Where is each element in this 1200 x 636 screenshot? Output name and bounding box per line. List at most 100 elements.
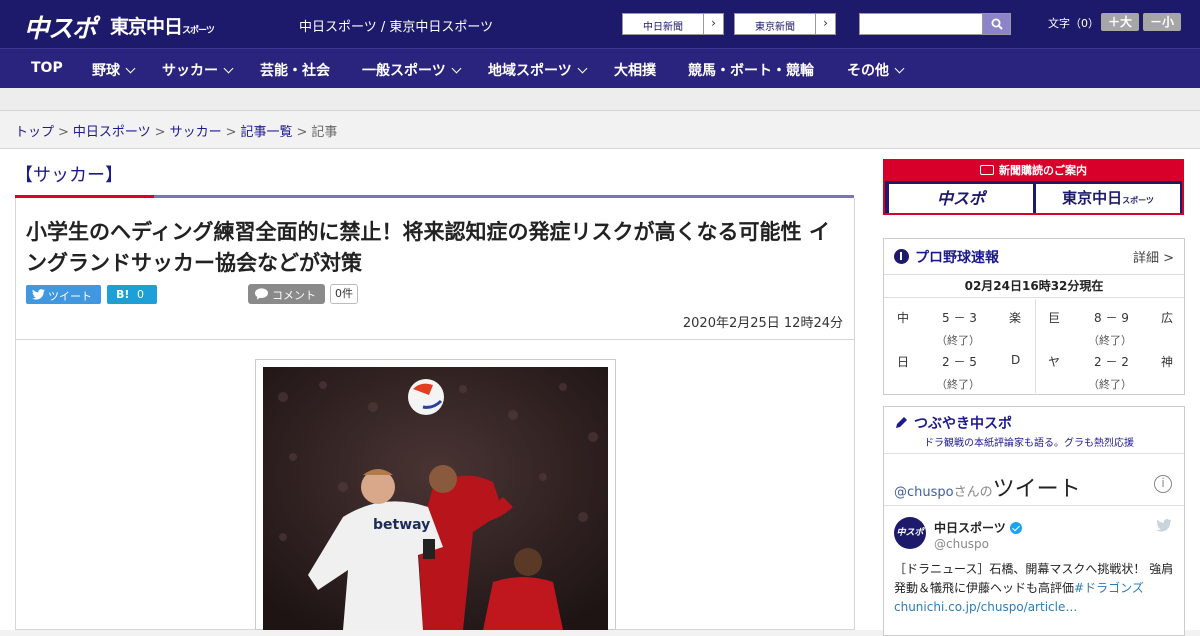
game-3-score[interactable]: 2 － 5 <box>942 353 977 370</box>
nav-item-label: 大相撲 <box>614 63 656 79</box>
baseball-scores-title-text: プロ野球速報 <box>915 250 999 266</box>
scores-timestamp: 02月24日16時32分現在 <box>884 274 1184 298</box>
game-1-score[interactable]: 5 － 3 <box>942 309 977 326</box>
font-larger-button[interactable]: ＋大 <box>1101 13 1139 31</box>
category-title: 【サッカー】 <box>15 165 123 186</box>
avatar[interactable]: 中スポ <box>894 517 926 549</box>
tweet-button[interactable]: ツイート <box>26 285 101 304</box>
game-2-home: 巨 <box>1048 311 1061 325</box>
chuspo-logo[interactable]: 中スポ <box>24 9 97 45</box>
search-icon <box>991 18 1003 30</box>
baseball-scores-panel: プロ野球速報 詳細 > 02月24日16時32分現在 中 5 － 3 楽 （終了… <box>883 238 1185 395</box>
chevron-down-icon <box>577 63 588 74</box>
nav-item-label: その他 <box>847 63 889 79</box>
site-links[interactable]: 中日スポーツ / 東京中日スポーツ <box>299 16 493 35</box>
chevron-down-icon <box>125 63 136 74</box>
breadcrumb-separator: > <box>58 125 69 140</box>
nav-item-racing[interactable]: 競馬・ボート・競輪 <box>688 60 814 80</box>
game-2-away: 広 <box>1161 311 1174 325</box>
game-2-status: （終了） <box>1088 334 1132 347</box>
subscription-chuspo-logo[interactable]: 中スポ <box>889 184 1033 213</box>
subscription-heading: 新聞購読のご案内 <box>885 161 1182 181</box>
divider <box>15 339 855 340</box>
nav-item-other[interactable]: その他 <box>847 60 905 80</box>
main-nav: TOP 野球 サッカー 芸能・社会 一般スポーツ 地域スポーツ 大相撲 競馬・ボ… <box>0 48 1200 88</box>
tokyo-chunichi-logo-small: スポーツ <box>182 26 215 36</box>
info-icon[interactable]: i <box>1154 475 1172 493</box>
tweet-link[interactable]: chunichi.co.jp/chuspo/article… <box>894 600 1077 614</box>
tweets-heading: @chuspoさんのツイート <box>894 471 1081 503</box>
chunichi-shimbun-button[interactable]: 中日新聞 › <box>622 13 724 35</box>
baseball-icon <box>894 249 909 264</box>
speech-bubble-icon <box>255 288 268 300</box>
divider <box>884 453 1184 454</box>
game-2-score[interactable]: 8 － 9 <box>1094 309 1129 326</box>
newspaper-icon <box>980 165 994 175</box>
nav-item-label: 競馬・ボート・競輪 <box>688 63 814 79</box>
subscription-heading-text: 新聞購読のご案内 <box>999 164 1087 177</box>
tweets-heading-san: さんの <box>953 485 993 500</box>
comment-button[interactable]: コメント <box>248 284 325 304</box>
tokyo-shimbun-button[interactable]: 東京新聞 › <box>734 13 836 35</box>
game-4-status: （終了） <box>1088 378 1132 391</box>
comment-label: コメント <box>272 289 316 302</box>
game-3-home: 日 <box>897 355 910 369</box>
breadcrumb-top[interactable]: トップ <box>15 125 54 140</box>
pen-icon <box>896 417 907 428</box>
article-headline: 小学生のヘディング練習全面的に禁止！将来認知症の発症リスクが高くなる可能性 イン… <box>26 220 830 275</box>
tweets-heading-handle[interactable]: @chuspo <box>894 485 954 500</box>
breadcrumb-soccer[interactable]: サッカー <box>170 125 222 140</box>
nav-item-soccer[interactable]: サッカー <box>162 60 234 80</box>
baseball-scores-title: プロ野球速報 <box>894 247 999 267</box>
search-input[interactable] <box>859 13 983 35</box>
breadcrumb-separator: > <box>225 125 237 140</box>
tweet-body: ［ドラニュース］石橋、開幕マスクへ挑戦状！ 強肩発動＆犠飛に伊藤ヘッドも高評価#… <box>894 560 1179 617</box>
game-3-away: D <box>1011 353 1021 367</box>
subscription-tokyo-logo-small: スポーツ <box>1122 196 1154 205</box>
tweet-account-name[interactable]: 中日スポーツ <box>934 519 1022 536</box>
nav-item-baseball[interactable]: 野球 <box>92 60 136 80</box>
chevron-down-icon <box>223 63 234 74</box>
nav-item-label: 地域スポーツ <box>488 63 572 79</box>
breadcrumb-article-list[interactable]: 記事一覧 <box>241 125 293 140</box>
subscription-tokyo-logo[interactable]: 東京中日スポーツ <box>1036 184 1180 213</box>
tokyo-chunichi-logo[interactable]: 東京中日スポーツ <box>110 12 215 39</box>
tokyo-shimbun-label: 東京新聞 <box>755 22 795 33</box>
search-button[interactable] <box>982 13 1011 35</box>
game-4-home: ヤ <box>1048 355 1061 369</box>
game-4-away: 神 <box>1161 355 1174 369</box>
nav-item-entertainment[interactable]: 芸能・社会 <box>260 60 330 80</box>
nav-item-label: 芸能・社会 <box>260 63 330 79</box>
nav-item-top[interactable]: TOP <box>31 60 63 76</box>
subscription-banner[interactable]: 新聞購読のご案内 中スポ 東京中日スポーツ <box>883 159 1184 215</box>
chevron-right-icon: › <box>703 14 723 34</box>
site-header: 中スポ 東京中日スポーツ 中日スポーツ / 東京中日スポーツ 中日新聞 › 東京… <box>0 0 1200 48</box>
publish-date: 2020年2月25日 12時24分 <box>682 316 843 331</box>
nav-item-label: 野球 <box>92 63 120 79</box>
comment-count[interactable]: 0件 <box>330 284 358 304</box>
hatena-bookmark-button[interactable]: B! 0 <box>107 285 157 304</box>
twitter-bird-icon[interactable] <box>1156 519 1172 532</box>
tweets-panel: つぶやき中スポ ドラ観戦の本紙評論家も語る。グラも熱烈応援 @chuspoさんの… <box>883 406 1185 636</box>
chevron-down-icon <box>451 63 462 74</box>
tweets-panel-title: つぶやき中スポ <box>894 413 1012 433</box>
baseball-detail-link[interactable]: 詳細 > <box>1133 247 1174 266</box>
game-1-away: 楽 <box>1009 311 1022 325</box>
tweet-account-handle[interactable]: @chuspo <box>934 537 989 551</box>
nav-item-sumo[interactable]: 大相撲 <box>614 60 656 80</box>
font-size-label: 文字（0） <box>1048 17 1099 30</box>
nav-item-label: 一般スポーツ <box>362 63 446 79</box>
tweet-label: ツイート <box>48 290 92 303</box>
divider <box>884 505 1184 506</box>
article-photo[interactable]: betway <box>263 367 608 630</box>
header-spacer <box>0 88 1200 111</box>
font-smaller-button[interactable]: －小 <box>1143 13 1181 31</box>
tweet-hashtag[interactable]: #ドラゴンズ <box>1074 581 1144 595</box>
nav-item-general-sports[interactable]: 一般スポーツ <box>362 60 462 80</box>
game-4-score[interactable]: 2 － 2 <box>1094 353 1129 370</box>
divider <box>1035 299 1036 393</box>
nav-item-local-sports[interactable]: 地域スポーツ <box>488 60 588 80</box>
nav-item-label: TOP <box>31 60 63 76</box>
breadcrumb-chunichi-sports[interactable]: 中日スポーツ <box>73 125 151 140</box>
hatena-label: B! <box>116 288 130 301</box>
